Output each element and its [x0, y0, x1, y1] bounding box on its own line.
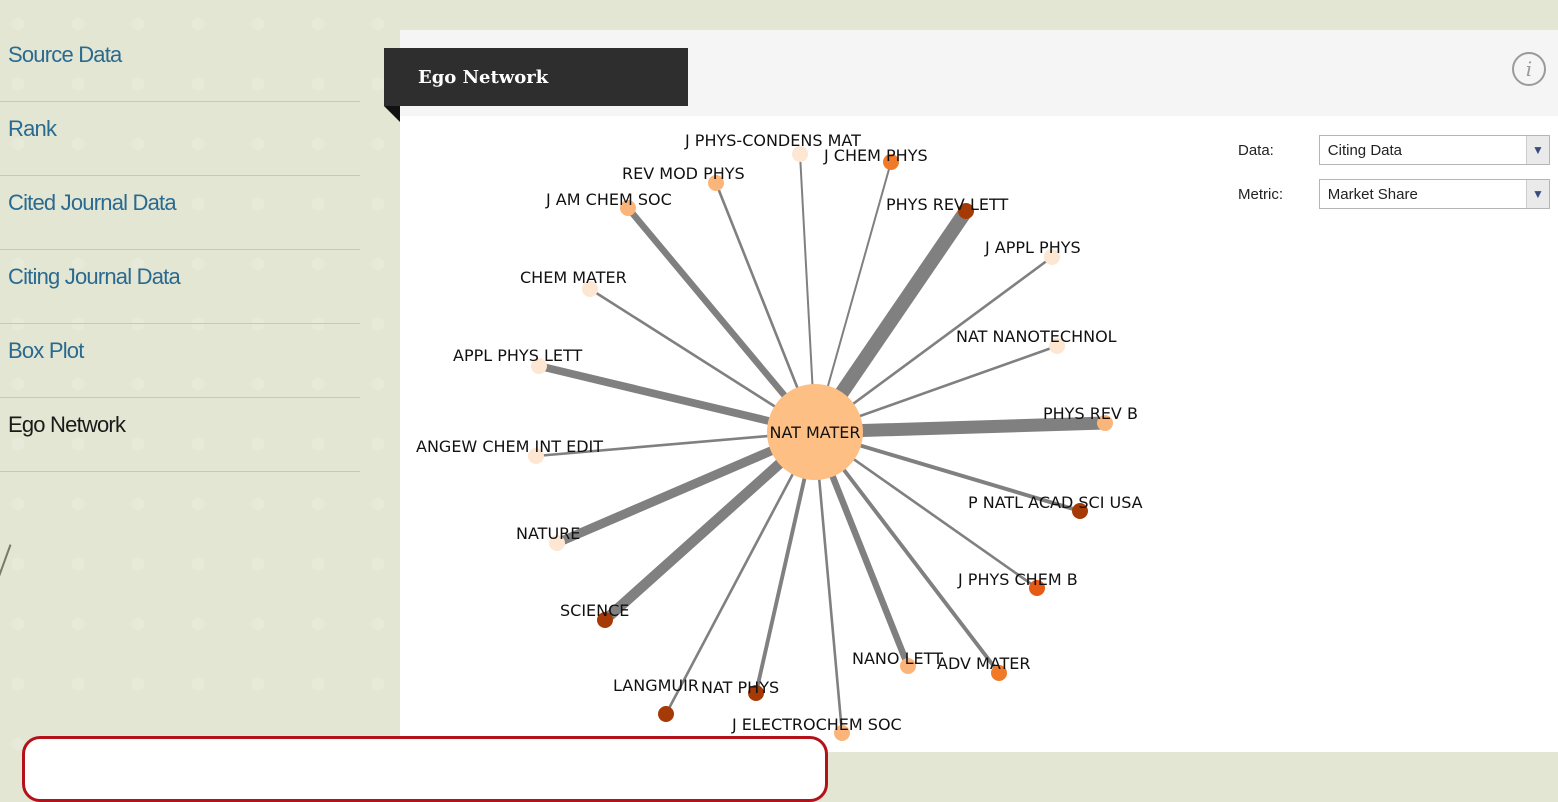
journal-node-label: ADV MATER	[937, 654, 1031, 673]
sidebar-item-cited-journal-data[interactable]: Cited Journal Data	[0, 176, 360, 250]
sidebar-item-ego-network[interactable]: Ego Network	[0, 398, 360, 472]
journal-node-label: P NATL ACAD SCI USA	[968, 493, 1143, 512]
data-select-value: Citing Data	[1327, 141, 1402, 159]
panel-tab-title: Ego Network	[384, 48, 688, 106]
journal-node-label: PHYS REV B	[1043, 404, 1138, 423]
journal-node-label: NAT NANOTECHNOL	[956, 327, 1117, 346]
journal-node-label: NANO LETT	[852, 649, 943, 668]
journal-node-label: J ELECTROCHEM SOC	[731, 715, 902, 734]
journal-node-label: LANGMUIR	[613, 676, 699, 695]
metric-select-value: Market Share	[1327, 185, 1418, 203]
journal-node-label: APPL PHYS LETT	[453, 346, 582, 365]
sidebar-item-label: Cited Journal Data	[8, 190, 177, 215]
data-select-label: Data:	[1238, 141, 1274, 159]
journal-node-label: J CHEM PHYS	[823, 146, 928, 165]
callout-box	[22, 736, 828, 802]
sidebar-item-label: Source Data	[8, 42, 122, 67]
chevron-down-icon[interactable]: ▼	[1526, 136, 1549, 164]
metric-select-label: Metric:	[1238, 185, 1283, 203]
journal-node-label: CHEM MATER	[520, 268, 627, 287]
sidebar: Source Data Rank Cited Journal Data Citi…	[0, 28, 360, 472]
sidebar-item-label: Ego Network	[8, 412, 126, 437]
tab-notch	[384, 106, 400, 122]
sidebar-item-label: Citing Journal Data	[8, 264, 181, 289]
graph-controls: Data: Citing Data ▼ Metric: Market Share…	[1230, 128, 1550, 216]
journal-node-label: ANGEW CHEM INT EDIT	[416, 437, 603, 456]
data-select[interactable]: Citing Data ▼	[1318, 135, 1550, 165]
sidebar-item-rank[interactable]: Rank	[0, 102, 360, 176]
journal-node-label: J APPL PHYS	[984, 238, 1081, 257]
labels: J PHYS-CONDENS MATJ CHEM PHYSREV MOD PHY…	[416, 131, 1143, 734]
journal-node-label: PHYS REV LETT	[886, 195, 1008, 214]
journal-node-label: NAT PHYS	[701, 678, 779, 697]
journal-node-label: J PHYS CHEM B	[957, 570, 1078, 589]
ego-network-panel: J PHYS-CONDENS MAT J CHEM PHYS REV MOD PHY…	[384, 30, 1558, 752]
info-icon[interactable]: i	[1512, 52, 1546, 86]
journal-node-label: SCIENCE	[560, 601, 629, 620]
nodes	[528, 146, 1113, 741]
metric-select[interactable]: Market Share ▼	[1318, 179, 1550, 209]
sidebar-item-label: Rank	[8, 116, 57, 141]
journal-node[interactable]	[658, 706, 674, 722]
sidebar-item-citing-journal-data[interactable]: Citing Journal Data	[0, 250, 360, 324]
data-control-row: Data: Citing Data ▼	[1230, 128, 1550, 172]
metric-control-row: Metric: Market Share ▼	[1230, 172, 1550, 216]
journal-node-label: J AM CHEM SOC	[545, 190, 672, 209]
journal-node-label: REV MOD PHYS	[622, 164, 745, 183]
sidebar-item-box-plot[interactable]: Box Plot	[0, 324, 360, 398]
journal-node-label: NATURE	[516, 524, 580, 543]
sidebar-item-source-data[interactable]: Source Data	[0, 28, 360, 102]
center-node-label: NAT MATER	[769, 423, 860, 442]
sidebar-item-label: Box Plot	[8, 338, 84, 363]
chevron-down-icon[interactable]: ▼	[1526, 180, 1549, 208]
